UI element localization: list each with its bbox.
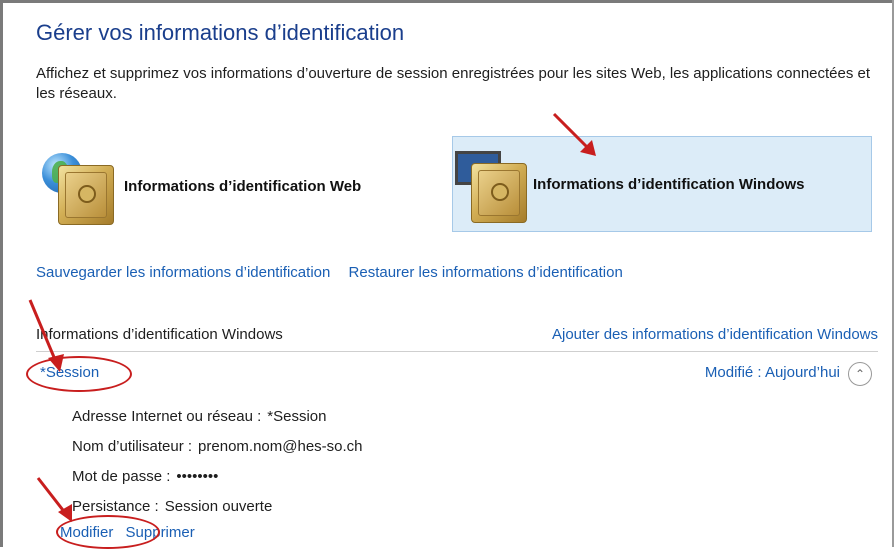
detail-persistence: Persistance : Session ouverte	[72, 492, 363, 522]
detail-label: Persistance :	[72, 498, 159, 515]
credential-details: Adresse Internet ou réseau : *Session Nom…	[72, 402, 363, 522]
delete-credential-link[interactable]: Supprimer	[126, 524, 195, 541]
detail-value: ••••••••	[176, 468, 219, 485]
restore-credentials-link[interactable]: Restaurer les informations d’identificat…	[349, 264, 623, 281]
add-windows-credential-link[interactable]: Ajouter des informations d’identificatio…	[552, 326, 878, 343]
detail-value: Session ouverte	[164, 498, 273, 515]
page-title: Gérer vos informations d’identification	[36, 20, 405, 45]
detail-address: Adresse Internet ou réseau : *Session	[72, 402, 363, 432]
collapse-chevron-icon[interactable]: ⌃	[848, 362, 872, 386]
credential-links: Sauvegarder les informations d’identific…	[36, 264, 637, 281]
detail-label: Nom d’utilisateur :	[72, 438, 193, 455]
detail-label: Mot de passe :	[72, 468, 171, 485]
detail-value: *Session	[267, 408, 327, 425]
vault-monitor-icon	[453, 145, 531, 223]
category-windows-credentials[interactable]: Informations d’identification Windows	[452, 136, 872, 232]
credential-modified: Modifié : Aujourd’hui	[705, 364, 840, 381]
vault-globe-icon	[40, 147, 118, 225]
credential-actions: Modifier Supprimer	[60, 524, 203, 541]
category-web-label: Informations d’identification Web	[124, 177, 362, 195]
modified-value: Aujourd’hui	[764, 364, 840, 381]
page-description: Affichez et supprimez vos informations d…	[36, 65, 871, 102]
credential-entry-header[interactable]: *Session Modifié : Aujourd’hui ⌃	[36, 362, 878, 388]
credential-entry-name[interactable]: *Session	[40, 364, 99, 381]
detail-value: prenom.nom@hes-so.ch	[198, 438, 363, 455]
category-windows-label: Informations d’identification Windows	[533, 175, 805, 193]
window-frame-left	[0, 0, 3, 547]
detail-password: Mot de passe : ••••••••	[72, 462, 363, 492]
category-web-credentials[interactable]: Informations d’identification Web	[40, 140, 440, 232]
edit-credential-link[interactable]: Modifier	[60, 524, 113, 541]
detail-label: Adresse Internet ou réseau :	[72, 408, 262, 425]
detail-username: Nom d’utilisateur : prenom.nom@hes-so.ch	[72, 432, 363, 462]
section-divider	[36, 351, 878, 352]
section-title: Informations d’identification Windows	[36, 326, 283, 343]
modified-label: Modifié :	[704, 364, 762, 381]
backup-credentials-link[interactable]: Sauvegarder les informations d’identific…	[36, 264, 330, 281]
window-frame-top	[0, 0, 894, 3]
